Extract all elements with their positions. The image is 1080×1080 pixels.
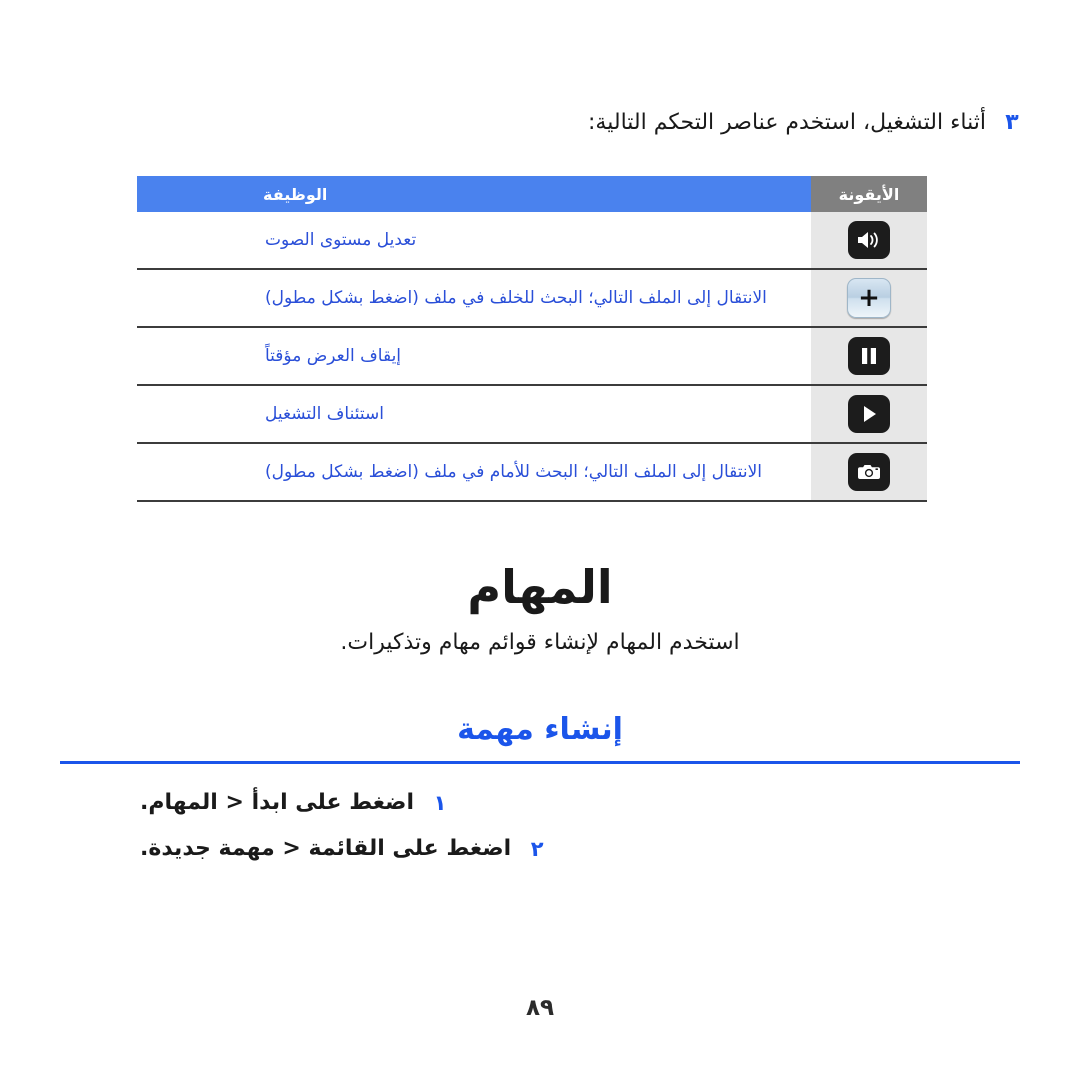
section-description: استخدم المهام لإنشاء قوائم مهام وتذكيرات… [340, 630, 740, 655]
pause-icon [848, 337, 890, 375]
function-cell: الانتقال إلى الملف التالي؛ البحث للأمام … [137, 443, 811, 502]
section-title: المهام [467, 560, 613, 614]
table-header-row: الأيقونة الوظيفة [137, 176, 927, 212]
intro-step-text: أثناء التشغيل، استخدم عناصر التحكم التال… [588, 110, 986, 135]
table-row: + الانتقال إلى الملف التالي؛ البحث للخلف… [137, 269, 927, 328]
table-row: إيقاف العرض مؤقتاً [137, 327, 927, 386]
table-row: تعديل مستوى الصوت [137, 212, 927, 270]
step-number: ١ [433, 791, 447, 815]
function-cell: إيقاف العرض مؤقتاً [137, 327, 811, 386]
step-text: اضغط على ابدأ < المهام. [140, 790, 414, 815]
step-text: اضغط على القائمة < مهمة جديدة. [140, 836, 512, 861]
subsection-title: إنشاء مهمة [457, 712, 623, 747]
table-row: الانتقال إلى الملف التالي؛ البحث للأمام … [137, 443, 927, 502]
page-number: ٨٩ [525, 995, 555, 1021]
plus-button-icon: + [847, 278, 891, 318]
icon-cell: + [811, 269, 927, 328]
play-icon [848, 395, 890, 433]
table-row: استئناف التشغيل [137, 385, 927, 444]
column-header-function: الوظيفة [137, 176, 811, 212]
function-cell: تعديل مستوى الصوت [137, 212, 811, 270]
function-cell: استئناف التشغيل [137, 385, 811, 444]
camera-icon [848, 453, 890, 491]
intro-step-number: ٣ [1005, 110, 1019, 135]
icon-cell [811, 385, 927, 444]
subsection-steps: ١ اضغط على ابدأ < المهام. ٢ اضغط على الق… [140, 786, 1020, 878]
step-number: ٢ [530, 837, 544, 861]
function-cell: الانتقال إلى الملف التالي؛ البحث للخلف ف… [137, 269, 811, 328]
controls-table: الأيقونة الوظيفة تعديل مستوى الصوت + الا… [137, 176, 927, 502]
intro-step: ٣ أثناء التشغيل، استخدم عناصر التحكم الت… [140, 108, 1020, 138]
manual-page: ٣ أثناء التشغيل، استخدم عناصر التحكم الت… [0, 0, 1080, 1080]
list-item: ١ اضغط على ابدأ < المهام. [140, 786, 1020, 820]
column-header-icon: الأيقونة [811, 176, 927, 212]
icon-cell [811, 443, 927, 502]
subsection-divider [60, 761, 1020, 764]
list-item: ٢ اضغط على القائمة < مهمة جديدة. [140, 832, 1020, 866]
icon-cell [811, 212, 927, 270]
icon-cell [811, 327, 927, 386]
speaker-volume-icon [848, 221, 890, 259]
